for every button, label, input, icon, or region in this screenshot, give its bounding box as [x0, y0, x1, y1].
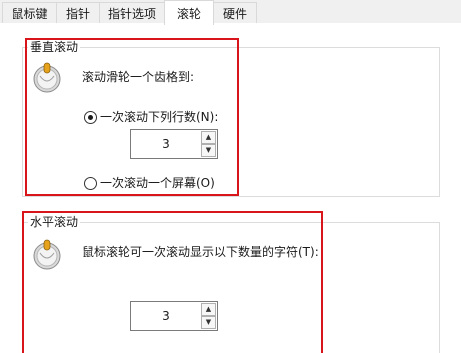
tab-pointer-options[interactable]: 指针选项	[99, 2, 165, 24]
arrow-up-icon[interactable]: ▲	[201, 303, 216, 316]
arrow-down-icon[interactable]: ▼	[201, 144, 216, 157]
horizontal-scrolling-group	[22, 222, 440, 353]
radio-lines-label: 一次滚动下列行数(N):	[100, 110, 219, 124]
tab-strip: 鼠标键 指针 指针选项 滚轮 硬件	[0, 0, 461, 25]
tab-label: 指针	[65, 7, 90, 21]
tab-buttons[interactable]: 鼠标键	[2, 2, 57, 24]
radio-lines[interactable]	[84, 111, 97, 124]
horizontal-scrolling-title: 水平滚动	[28, 215, 81, 229]
vertical-heading: 滚动滑轮一个齿格到:	[82, 70, 195, 84]
tab-label: 鼠标键	[11, 7, 48, 21]
tab-label: 滚轮	[176, 6, 201, 21]
mouse-wheel-icon	[33, 239, 61, 270]
chars-spinbox[interactable]: 3 ▲ ▼	[130, 301, 218, 331]
lines-spinbox[interactable]: 3 ▲ ▼	[130, 129, 218, 159]
lines-value[interactable]: 3	[131, 130, 201, 158]
radio-screen[interactable]	[84, 177, 97, 190]
tab-hardware[interactable]: 硬件	[213, 2, 257, 24]
radio-selected-dot	[88, 115, 93, 120]
mouse-wheel-icon	[33, 62, 61, 93]
tab-label: 指针选项	[107, 7, 156, 21]
horizontal-heading: 鼠标滚轮可一次滚动显示以下数量的字符(T):	[82, 245, 319, 259]
arrow-up-icon[interactable]: ▲	[201, 131, 216, 144]
arrow-down-icon[interactable]: ▼	[201, 316, 216, 329]
tab-pointers[interactable]: 指针	[56, 2, 100, 24]
tab-label: 硬件	[222, 7, 247, 21]
vertical-scrolling-title: 垂直滚动	[28, 40, 81, 54]
radio-screen-label: 一次滚动一个屏幕(O)	[100, 176, 215, 190]
tab-wheel[interactable]: 滚轮	[164, 0, 214, 25]
chars-value[interactable]: 3	[131, 302, 201, 330]
